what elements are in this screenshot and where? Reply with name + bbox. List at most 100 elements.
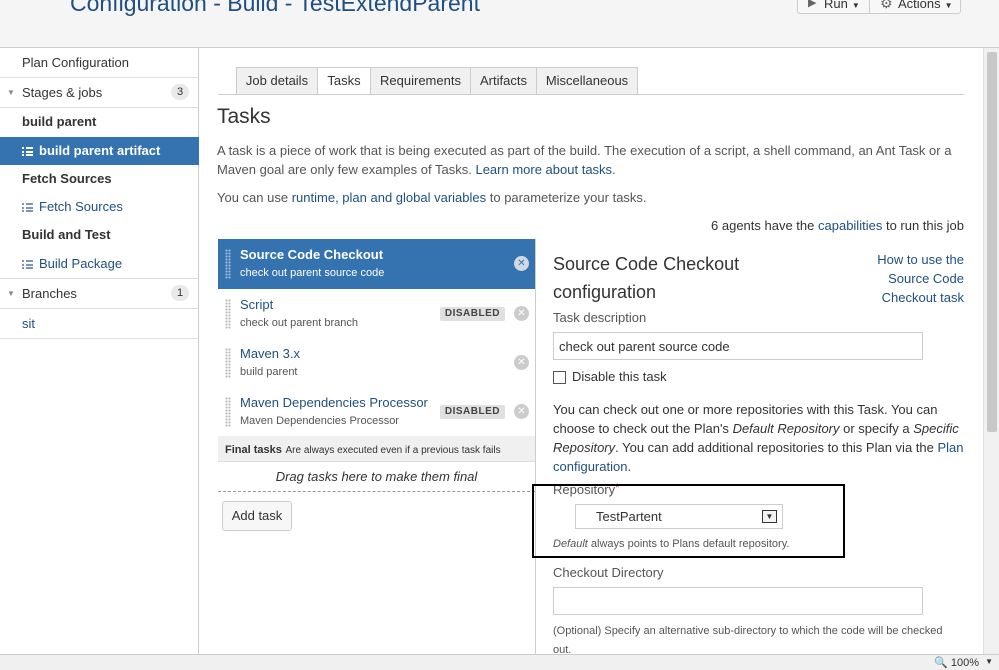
task-name: Maven Dependencies Processor (240, 395, 428, 410)
sidebar-item-label: Stages & jobs (22, 85, 103, 100)
final-tasks-title: Final tasks (225, 444, 282, 456)
tasks-intro: A task is a piece of work that is being … (217, 143, 952, 177)
sidebar-item-stages-jobs[interactable]: ▼ Stages & jobs 3 (0, 78, 199, 108)
tab-requirements[interactable]: Requirements (370, 67, 471, 95)
checkout-directory-input[interactable] (553, 587, 923, 615)
page-header: Configuration - Build - TestExtendParent… (0, 0, 999, 48)
page-title: Configuration - Build - TestExtendParent (70, 0, 480, 16)
final-tasks-drop-zone[interactable]: Drag tasks here to make them final (218, 462, 535, 492)
sidebar-item-plan-configuration[interactable]: Plan Configuration (0, 48, 199, 78)
sidebar-item-branches[interactable]: ▼ Branches 1 (0, 279, 199, 309)
disabled-badge: DISABLED (439, 405, 505, 419)
drag-handle-icon[interactable] (225, 299, 231, 329)
task-description: Maven Dependencies Processor (240, 415, 399, 427)
tab-tasks[interactable]: Tasks (317, 67, 371, 95)
learn-more-link[interactable]: Learn more about tasks (475, 162, 612, 177)
sidebar-stage-fetch-sources: Fetch Sources (0, 165, 199, 193)
final-tasks-header: Final tasks Are always executed even if … (218, 436, 535, 462)
run-button[interactable]: ▶ Run ▼ (797, 0, 869, 14)
repository-highlight-box (532, 484, 845, 558)
scrollbar-thumb[interactable] (987, 52, 997, 432)
chevron-down-icon: ▼ (851, 1, 860, 10)
drag-handle-icon[interactable] (225, 348, 231, 378)
count-badge: 3 (171, 84, 189, 100)
task-description-input[interactable] (553, 332, 923, 360)
job-label: build parent artifact (39, 143, 161, 158)
job-list-icon (22, 147, 33, 156)
triangle-down-icon: ▼ (7, 88, 15, 97)
zoom-control[interactable]: 🔍 100% (934, 656, 979, 669)
status-bar: 🔍 100% ▼ (0, 654, 999, 670)
repo-info-default: Default Repository (732, 421, 840, 436)
agents-info: 6 agents have the capabilities to run th… (711, 218, 964, 233)
delete-task-icon[interactable]: ✕ (514, 306, 529, 321)
sidebar-job-build-package[interactable]: Build Package (0, 249, 199, 279)
sidebar-job-build-parent-artifact[interactable]: build parent artifact (0, 137, 199, 165)
tab-divider (218, 94, 964, 95)
task-item-source-code-checkout[interactable]: Source Code Checkout check out parent so… (218, 239, 535, 289)
help-link[interactable]: How to use the Source Code Checkout task (864, 250, 964, 307)
drag-handle-icon[interactable] (225, 397, 231, 427)
actions-button[interactable]: ⚙ Actions ▼ (869, 0, 961, 14)
branch-label: sit (22, 316, 35, 331)
task-description: check out parent branch (240, 317, 359, 329)
count-badge: 1 (171, 285, 189, 301)
sidebar-stage-build-and-test: Build and Test (0, 221, 199, 249)
tab-job-details[interactable]: Job details (236, 67, 318, 95)
job-list-icon (22, 203, 33, 212)
sidebar-branch-sit[interactable]: sit (0, 309, 199, 339)
sidebar-stage-build-parent: build parent (0, 108, 199, 136)
sidebar-item-label: Plan Configuration (22, 55, 129, 70)
job-list-icon (22, 260, 33, 269)
task-name: Script (240, 297, 274, 312)
variables-link[interactable]: runtime, plan and global variables (292, 190, 486, 205)
tab-miscellaneous[interactable]: Miscellaneous (536, 67, 638, 95)
gear-icon: ⚙ (880, 0, 893, 11)
repo-info-text: . (627, 459, 632, 474)
task-item-maven[interactable]: Maven 3.x build parent ✕ (218, 338, 535, 388)
checkout-directory-label: Checkout Directory (553, 565, 664, 580)
repository-info: You can check out one or more repositori… (553, 400, 968, 476)
delete-task-icon[interactable]: ✕ (514, 256, 529, 271)
sidebar-job-fetch-sources[interactable]: Fetch Sources (0, 193, 199, 221)
tasks-heading: Tasks (217, 105, 271, 128)
disable-task-label: Disable this task (572, 369, 667, 384)
task-item-script[interactable]: Script check out parent branch DISABLED … (218, 289, 535, 339)
repo-info-text: or specify a (843, 421, 910, 436)
run-label: Run (824, 0, 848, 11)
job-label: Build Package (39, 256, 123, 271)
actions-label: Actions (898, 0, 941, 11)
repo-info-text: . You can add additional repositories to… (615, 440, 934, 455)
delete-task-icon[interactable]: ✕ (514, 355, 529, 370)
triangle-down-icon: ▼ (7, 289, 15, 298)
drag-handle-icon[interactable] (225, 249, 231, 279)
zoom-icon: 🔍 (934, 657, 948, 669)
task-name: Maven 3.x (240, 346, 300, 361)
sidebar: Plan Configuration ▼ Stages & jobs 3 bui… (0, 48, 199, 654)
disabled-badge: DISABLED (439, 307, 505, 321)
capabilities-link[interactable]: capabilities (818, 218, 882, 233)
play-icon: ▶ (808, 0, 817, 9)
task-configuration-panel: Source Code Checkout configuration How t… (535, 239, 968, 656)
task-item-maven-dependencies-processor[interactable]: Maven Dependencies Processor Maven Depen… (218, 387, 535, 437)
zoom-level: 100% (950, 657, 979, 669)
vertical-scrollbar[interactable] (983, 48, 999, 654)
variables-info: You can use runtime, plan and global var… (217, 188, 967, 207)
final-tasks-note: Are always executed even if a previous t… (285, 445, 501, 456)
chevron-down-icon[interactable]: ▼ (985, 657, 993, 666)
chevron-down-icon: ▼ (944, 1, 953, 10)
stage-label: Fetch Sources (22, 171, 112, 186)
task-description: build parent (240, 366, 298, 378)
task-description-label: Task description (553, 310, 647, 325)
sidebar-item-label: Branches (22, 286, 77, 301)
task-description: check out parent source code (240, 267, 385, 279)
vars-prefix: You can use (217, 190, 289, 205)
job-label: Fetch Sources (39, 199, 123, 214)
disable-task-checkbox[interactable] (553, 371, 566, 384)
tab-artifacts[interactable]: Artifacts (470, 67, 537, 95)
delete-task-icon[interactable]: ✕ (514, 404, 529, 419)
task-name: Source Code Checkout (240, 247, 384, 262)
add-task-button[interactable]: Add task (222, 501, 292, 531)
config-title: Source Code Checkout configuration (553, 254, 740, 302)
agents-prefix: 6 agents have the (711, 218, 815, 233)
